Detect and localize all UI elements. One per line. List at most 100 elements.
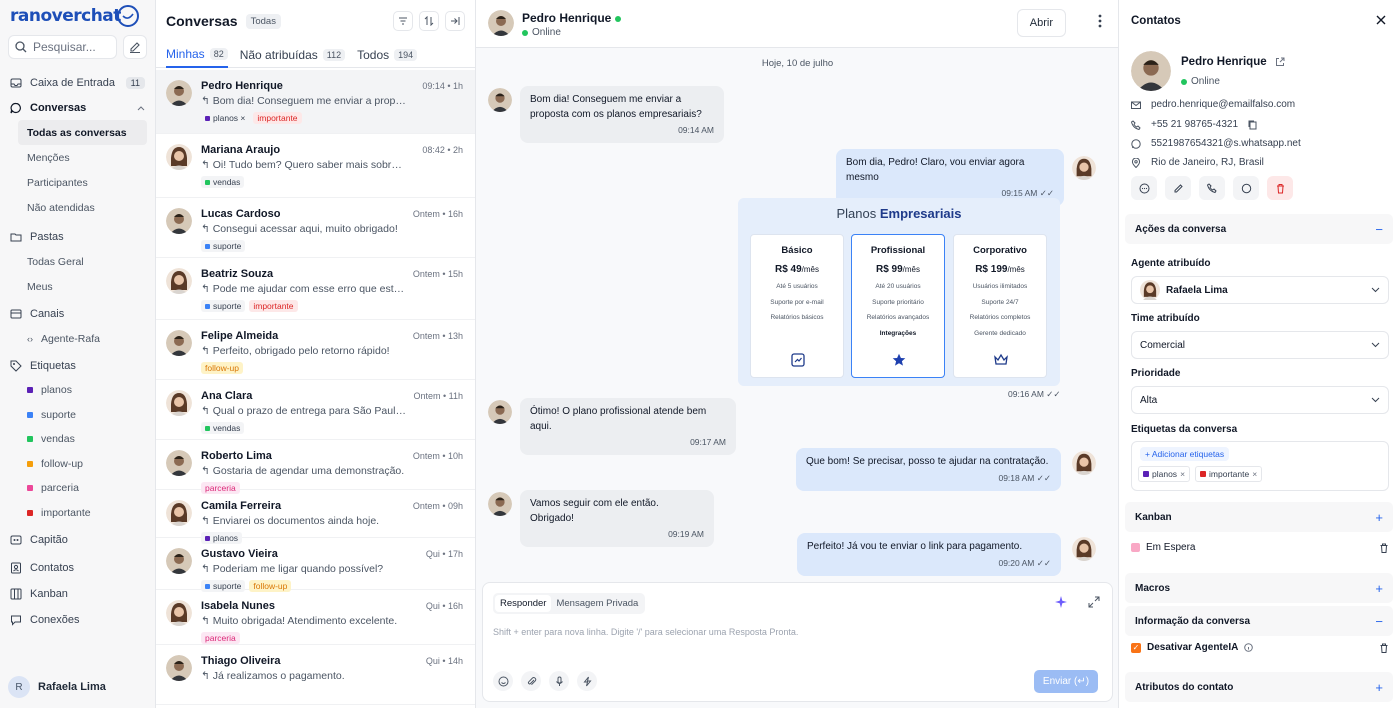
conversation-item[interactable]: Camila Ferreira Ontem • 09h ↰ Enviarei os … [156, 490, 475, 544]
checkbox-checked[interactable]: ✓ [1131, 642, 1141, 653]
conversation-item[interactable]: Ana Clara Ontem • 11h ↰ Qual o prazo de en… [156, 380, 475, 440]
message-bubble[interactable]: Bom dia! Conseguem me enviar a proposta … [520, 86, 724, 144]
conversation-tag[interactable]: importante [253, 112, 302, 124]
search-input[interactable]: Pesquisar... [8, 35, 117, 59]
trash-icon[interactable] [1379, 543, 1389, 553]
conversation-item[interactable]: Beatriz Souza Ontem • 15h ↰ Pode me ajudar… [156, 258, 475, 320]
nav-kanban[interactable]: Kanban [0, 581, 155, 606]
remove-label-icon[interactable]: × [1252, 469, 1257, 479]
conversation-tag[interactable]: parceria [201, 632, 240, 644]
add-labels-button[interactable]: + Adicionar etiquetas [1140, 447, 1230, 461]
add-plus-icon[interactable]: + [1375, 581, 1383, 596]
trash-icon[interactable] [1379, 643, 1389, 653]
emoji-button[interactable] [493, 671, 513, 691]
external-link-icon[interactable] [1275, 57, 1285, 67]
message-bubble[interactable]: Perfeito! Já vou te enviar o link para p… [797, 533, 1061, 576]
sort-button[interactable] [419, 11, 439, 31]
whatsapp-button[interactable] [1233, 176, 1259, 200]
conversation-item[interactable]: Gustavo Vieira Qui • 17h ↰ Poderiam me lig… [156, 538, 475, 592]
section-conversation-actions[interactable]: Ações da conversa − [1125, 214, 1393, 244]
tab-mine[interactable]: Minhas 82 [166, 42, 228, 68]
audio-button[interactable] [549, 671, 569, 691]
nav-participants[interactable]: Participantes [0, 170, 155, 195]
conversation-tag[interactable]: follow-up [201, 362, 244, 374]
contact-whatsapp[interactable]: 5521987654321@s.whatsapp.net [1131, 138, 1301, 149]
conversation-item[interactable]: Pedro Henrique 09:14 • 1h ↰ Bom dia! Conse… [156, 70, 475, 134]
conversation-tag[interactable]: importante [249, 300, 298, 312]
nav-label-follow-up[interactable]: follow-up [0, 452, 155, 477]
section-kanban[interactable]: Kanban + [1125, 502, 1393, 532]
nav-folder-all[interactable]: Todas Geral [0, 249, 155, 274]
disable-ai-row[interactable]: ✓ Desativar AgenteIA [1131, 642, 1389, 653]
nav-unattended[interactable]: Não atendidas [0, 195, 155, 220]
nav-label-importante[interactable]: importante [0, 501, 155, 526]
conversation-tag[interactable]: vendas [201, 422, 245, 434]
nav-conversations[interactable]: Conversas [0, 95, 155, 120]
current-user[interactable]: R Rafaela Lima [8, 676, 106, 698]
chevron-up-icon[interactable] [137, 105, 145, 111]
call-button[interactable] [1199, 176, 1225, 200]
remove-label-icon[interactable]: × [1180, 469, 1185, 479]
priority-select[interactable]: Alta [1131, 386, 1389, 414]
composer-tab-reply[interactable]: Responder [495, 595, 552, 612]
conversation-item[interactable]: Felipe Almeida Ontem • 13h ↰ Perfeito, obr… [156, 320, 475, 380]
expand-icon[interactable] [1088, 596, 1100, 608]
agent-select[interactable]: Rafaela Lima [1131, 276, 1389, 304]
nav-label-suporte[interactable]: suporte [0, 403, 155, 428]
nav-channel-agent[interactable]: ‹› Agente-Rafa [0, 326, 155, 351]
send-button[interactable]: Enviar (↵) [1034, 670, 1098, 693]
compose-button[interactable] [123, 35, 147, 59]
close-icon[interactable] [1376, 15, 1386, 25]
composer-tab-private[interactable]: Mensagem Privada [551, 595, 643, 612]
nav-folders[interactable]: Pastas [0, 224, 155, 249]
conversation-tag[interactable]: suporte [201, 240, 246, 252]
section-macros[interactable]: Macros + [1125, 573, 1393, 603]
chat-contact-name[interactable]: Pedro Henrique [522, 11, 621, 25]
quick-action-button[interactable] [577, 671, 597, 691]
conversation-item[interactable]: Roberto Lima Ontem • 10h ↰ Gostaria de age… [156, 440, 475, 494]
nav-folder-mine[interactable]: Meus [0, 274, 155, 299]
nav-all-conversations[interactable]: Todas as conversas [18, 120, 147, 145]
kanban-stage[interactable]: Em Espera [1131, 542, 1389, 553]
conversation-label-chip[interactable]: planos × [1138, 466, 1191, 482]
message-bubble[interactable]: Vamos seguir com ele então. Obrigado! 09:… [520, 490, 714, 548]
message-bubble[interactable]: Ótimo! O plano profissional atende bem a… [520, 398, 736, 456]
message-input[interactable]: Shift + enter para nova linha. Digite '/… [493, 627, 798, 637]
conversation-item[interactable]: Lucas Cardoso Ontem • 16h ↰ Consegui acess… [156, 198, 475, 258]
tab-unassigned[interactable]: Não atribuídas 112 [240, 42, 346, 68]
message-bubble[interactable]: Que bom! Se precisar, posso te ajudar na… [796, 448, 1061, 491]
contact-avatar[interactable] [488, 10, 514, 36]
conversation-item[interactable]: Isabela Nunes Qui • 16h ↰ Muito obrigada! … [156, 590, 475, 645]
attach-button[interactable] [521, 671, 541, 691]
conversation-tag[interactable]: vendas [201, 176, 245, 188]
more-options-icon[interactable] [1098, 14, 1102, 28]
filter-button[interactable] [393, 11, 413, 31]
nav-channels[interactable]: Canais [0, 301, 155, 326]
tab-all[interactable]: Todos 194 [357, 42, 418, 68]
open-conversation-button[interactable]: Abrir [1016, 9, 1066, 37]
new-message-button[interactable] [1131, 176, 1157, 200]
ai-sparkle-icon[interactable] [1054, 595, 1068, 609]
info-icon[interactable] [1244, 643, 1254, 652]
edit-contact-button[interactable] [1165, 176, 1191, 200]
nav-label-vendas[interactable]: vendas [0, 427, 155, 452]
conversation-tag[interactable]: suporte [201, 300, 246, 312]
contact-phone[interactable]: +55 21 98765-4321 [1131, 119, 1257, 130]
team-select[interactable]: Comercial [1131, 331, 1389, 359]
conversation-item[interactable]: Mariana Araujo 08:42 • 2h ↰ Oi! Tudo bem? … [156, 134, 475, 198]
add-plus-icon[interactable]: + [1375, 510, 1383, 525]
conversation-tag[interactable]: planos × [201, 112, 250, 124]
delete-contact-button[interactable] [1267, 176, 1293, 200]
brand-logo[interactable]: ranoverchat [0, 0, 155, 32]
copy-icon[interactable] [1248, 120, 1257, 130]
plans-image-card[interactable]: Planos Empresariais Básico R$ 49/mês Até 5… [738, 198, 1060, 386]
nav-label-parceria[interactable]: parceria [0, 476, 155, 501]
status-filter-pill[interactable]: Todas [245, 13, 281, 29]
section-contact-attributes[interactable]: Atributos do contato + [1125, 672, 1393, 702]
collapse-button[interactable] [445, 11, 465, 31]
nav-mentions[interactable]: Menções [0, 145, 155, 170]
nav-captain[interactable]: Capitão [0, 527, 155, 552]
nav-contacts[interactable]: Contatos [0, 555, 155, 580]
nav-label-planos[interactable]: planos [0, 378, 155, 403]
conversation-item[interactable]: Thiago Oliveira Qui • 14h ↰ Já realizamos … [156, 645, 475, 705]
